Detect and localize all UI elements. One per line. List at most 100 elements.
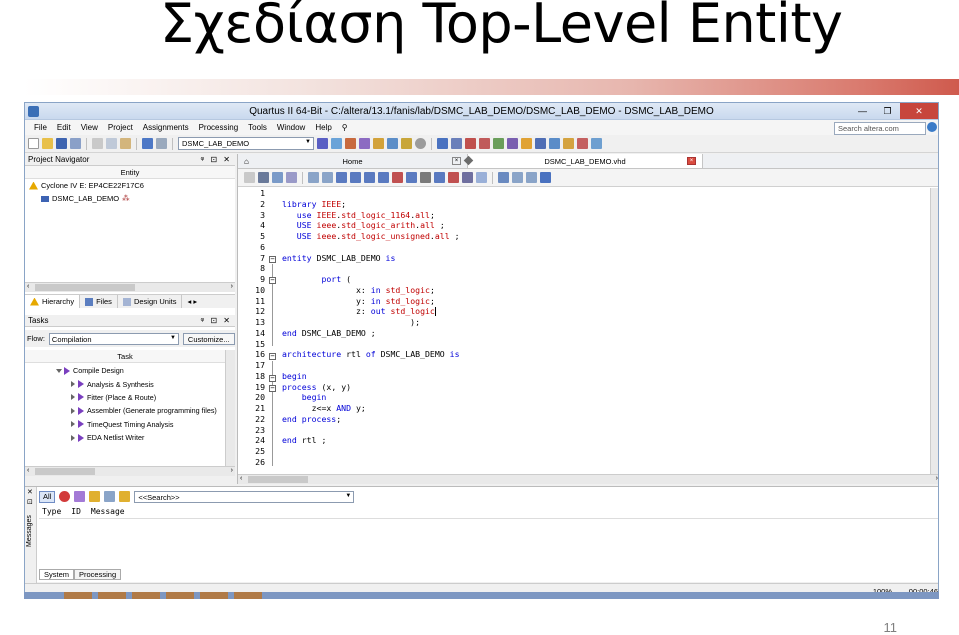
insert-file-icon[interactable] [434,172,445,183]
task-compile-design[interactable]: Compile Design [25,364,225,377]
design-partition-icon[interactable] [373,138,384,149]
task-analysis-synthesis[interactable]: Analysis & Synthesis [25,377,225,390]
editor-cursor-icon[interactable] [244,172,255,183]
logiclock-icon[interactable] [387,138,398,149]
menu-tools[interactable]: Tools [243,123,272,132]
toggle-icon[interactable] [498,172,509,183]
flow-select[interactable]: Compilation [48,332,179,345]
taskbar-item[interactable] [64,592,92,599]
cut-icon[interactable] [92,138,103,149]
tab-design-units[interactable]: Design Units [118,295,183,308]
help-search-icon[interactable]: ⚲ [337,123,353,132]
close-tab-icon[interactable]: × [687,157,696,165]
ssn-icon[interactable] [549,138,560,149]
spell-check-icon[interactable] [476,172,487,183]
warning-filter-icon[interactable] [89,491,101,502]
top-entity-row[interactable]: DSMC_LAB_DEMO ⁂ [25,192,235,205]
code-line[interactable]: end process; [282,414,930,425]
code-line[interactable]: x: in std_logic; [282,285,930,296]
code-line[interactable] [282,263,930,274]
code-line[interactable] [282,242,930,253]
expand-icon[interactable] [56,368,62,373]
taskbar-item[interactable] [234,592,262,599]
close-tab-icon[interactable]: × [452,157,461,165]
code-line[interactable]: process (x, y) [282,382,930,393]
code-line[interactable]: ); [282,317,930,328]
code-line[interactable]: port ( [282,274,930,285]
taskbar-item[interactable] [98,592,126,599]
filter-all-button[interactable]: All [39,490,56,503]
maximize-button[interactable]: ❐ [875,103,900,119]
collapse-icon[interactable] [71,421,75,428]
line-number-icon[interactable] [462,172,473,183]
menu-view[interactable]: View [76,123,103,132]
code-line[interactable]: y: in std_logic; [282,296,930,307]
code-line[interactable] [282,457,930,468]
editor-vscroll[interactable] [930,188,938,474]
minimize-button[interactable]: — [850,103,875,119]
code-line[interactable]: begin [282,371,930,382]
code-line[interactable] [282,188,930,199]
paste-icon[interactable] [120,138,131,149]
power-icon[interactable] [521,138,532,149]
task-fitter[interactable]: Fitter (Place & Route) [25,391,225,404]
task-assembler[interactable]: Assembler (Generate programming files) [25,404,225,417]
messages-close-icon[interactable]: ✕ [25,487,36,497]
fold-entity-icon[interactable]: − [269,256,276,263]
customize-button[interactable]: Customize... [182,332,235,345]
search-filter-icon[interactable] [119,491,131,502]
clear-bookmarks-icon[interactable] [378,172,389,183]
start-compilation-icon[interactable] [437,138,448,149]
netlist-icon[interactable] [401,138,412,149]
code-line[interactable]: USE ieee.std_logic_arith.all ; [282,220,930,231]
code-line[interactable]: z<=x AND y; [282,403,930,414]
project-settings-icon[interactable] [317,138,328,149]
tab-scroll-arrows[interactable]: ◂ ▸ [182,295,202,308]
view-icon[interactable] [526,172,537,183]
taskbar-item[interactable] [200,592,228,599]
indent-icon[interactable] [308,172,319,183]
tab-files[interactable]: Files [80,295,118,308]
menu-file[interactable]: File [29,123,52,132]
stop-icon[interactable] [415,138,426,149]
find-icon[interactable] [258,172,269,183]
code-text[interactable]: library IEEE; use IEEE.std_logic_1164.al… [278,188,930,474]
timequest-icon[interactable] [465,138,476,149]
rtl-viewer-icon[interactable] [493,138,504,149]
code-line[interactable]: end rtl ; [282,435,930,446]
pin-planner-icon[interactable] [331,138,342,149]
code-line[interactable]: entity DSMC_LAB_DEMO is [282,253,930,264]
tasks-hscroll[interactable]: ‹ › [25,466,235,476]
save-all-icon[interactable] [70,138,81,149]
collapse-icon[interactable] [71,394,75,401]
project-combo[interactable]: DSMC_LAB_DEMO [178,137,314,150]
info-filter-icon[interactable] [104,491,116,502]
task-timequest[interactable]: TimeQuest Timing Analysis [25,418,225,431]
device-row[interactable]: Cyclone IV E: EP4CE22F17C6 [25,179,235,192]
help-icon[interactable] [591,138,602,149]
critical-warning-filter-icon[interactable] [74,491,86,502]
menu-project[interactable]: Project [103,123,138,132]
menu-edit[interactable]: Edit [52,123,76,132]
task-eda-netlist[interactable]: EDA Netlist Writer [25,431,225,444]
fold-architecture-icon[interactable]: − [269,353,276,360]
fold-process-icon[interactable]: − [269,385,276,392]
programmer-icon[interactable] [535,138,546,149]
taskbar-item[interactable] [132,592,160,599]
technology-map-icon[interactable] [507,138,518,149]
code-line[interactable]: library IEEE; [282,199,930,210]
assignment-icon[interactable] [345,138,356,149]
code-line[interactable]: use IEEE.std_logic_1164.all; [282,210,930,221]
replace-icon[interactable] [272,172,283,183]
code-line[interactable]: USE ieee.std_logic_unsigned.all ; [282,231,930,242]
bookmark-icon[interactable] [336,172,347,183]
error-filter-icon[interactable] [59,491,71,502]
signaltap-icon[interactable] [563,138,574,149]
fold-port-icon[interactable]: − [269,277,276,284]
chip-icon[interactable] [577,138,588,149]
next-bookmark-icon[interactable] [350,172,361,183]
globe-icon[interactable] [927,122,937,132]
uncomment-icon[interactable] [406,172,417,183]
chip-editor-icon[interactable] [479,138,490,149]
code-line[interactable] [282,425,930,436]
